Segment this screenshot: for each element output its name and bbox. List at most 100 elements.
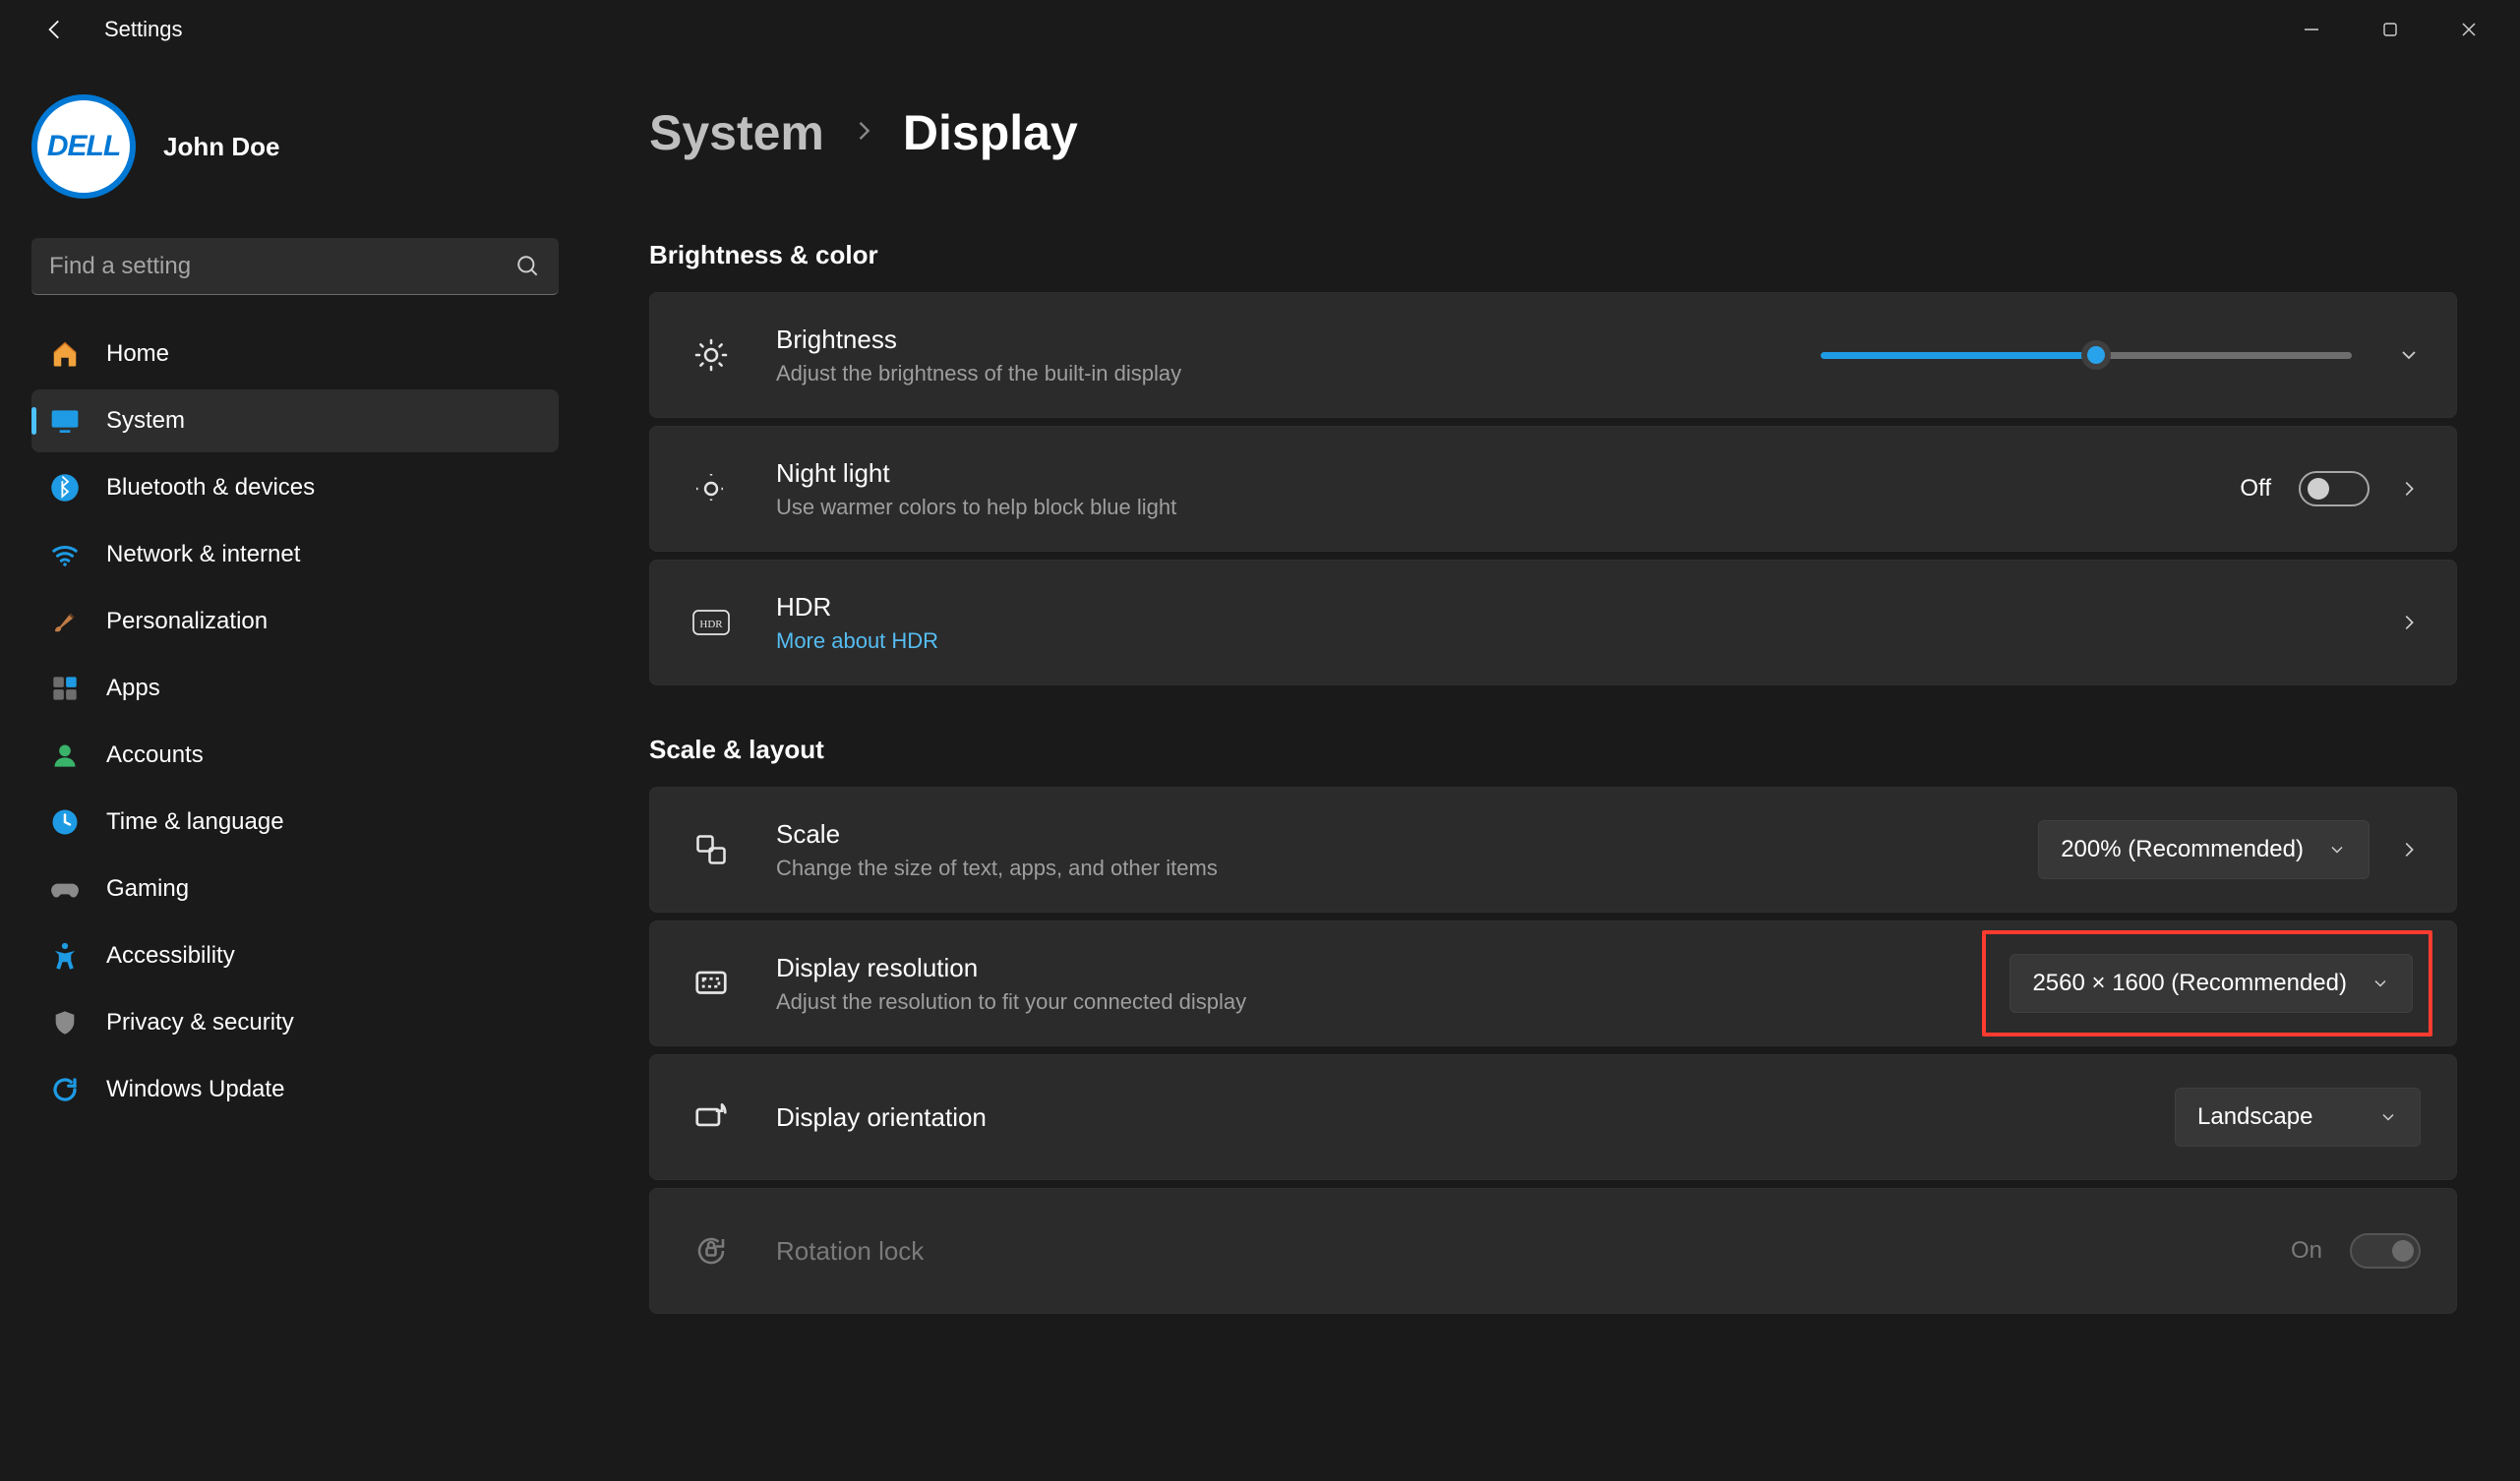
sidebar-item-apps[interactable]: Apps xyxy=(31,657,559,720)
bluetooth-icon xyxy=(49,472,81,504)
avatar-text: DELL xyxy=(47,130,120,163)
profile-block[interactable]: DELL John Doe xyxy=(31,71,559,238)
sidebar-item-label: System xyxy=(106,407,185,435)
sidebar-item-network[interactable]: Network & internet xyxy=(31,523,559,586)
nav-list: Home System Bluetooth & devices xyxy=(31,323,559,1121)
sidebar-item-label: Time & language xyxy=(106,808,284,836)
main-content: System Display Brightness & color Bright… xyxy=(590,59,2520,1481)
user-name: John Doe xyxy=(163,132,279,162)
back-button[interactable] xyxy=(35,10,75,49)
scale-dropdown[interactable]: 200% (Recommended) xyxy=(2038,820,2370,879)
chevron-right-icon xyxy=(850,112,877,153)
sidebar-item-home[interactable]: Home xyxy=(31,323,559,385)
brightness-slider-wrap xyxy=(1821,352,2352,359)
sidebar-item-bluetooth[interactable]: Bluetooth & devices xyxy=(31,456,559,519)
resolution-icon xyxy=(686,965,737,1002)
sidebar-item-label: Privacy & security xyxy=(106,1009,294,1037)
resolution-dropdown[interactable]: 2560 × 1600 (Recommended) xyxy=(2010,954,2413,1013)
rotation-lock-state: On xyxy=(2291,1237,2322,1265)
row-night-light[interactable]: Night light Use warmer colors to help bl… xyxy=(649,426,2457,552)
shield-icon xyxy=(49,1007,81,1038)
brightness-slider[interactable] xyxy=(1821,352,2352,359)
sidebar-item-label: Apps xyxy=(106,675,160,702)
row-resolution[interactable]: Display resolution Adjust the resolution… xyxy=(649,920,2457,1046)
dropdown-value: Landscape xyxy=(2197,1103,2312,1131)
rotation-lock-icon xyxy=(686,1233,737,1269)
hdr-more-link[interactable]: More about HDR xyxy=(776,628,2397,654)
orientation-icon xyxy=(686,1098,737,1136)
person-icon xyxy=(49,740,81,771)
row-brightness[interactable]: Brightness Adjust the brightness of the … xyxy=(649,292,2457,418)
chevron-down-icon[interactable] xyxy=(2397,343,2421,367)
sidebar-item-system[interactable]: System xyxy=(31,389,559,452)
row-hdr[interactable]: HDR HDR More about HDR xyxy=(649,560,2457,685)
minimize-button[interactable] xyxy=(2272,6,2351,53)
avatar: DELL xyxy=(31,94,136,199)
app-title: Settings xyxy=(104,17,183,42)
breadcrumb: System Display xyxy=(649,104,2457,161)
sidebar-item-accessibility[interactable]: Accessibility xyxy=(31,924,559,987)
sidebar-item-label: Personalization xyxy=(106,608,268,635)
scale-icon xyxy=(686,832,737,867)
row-subtitle: Use warmer colors to help block blue lig… xyxy=(776,495,2240,520)
sidebar-item-label: Bluetooth & devices xyxy=(106,474,315,502)
sidebar-item-time-language[interactable]: Time & language xyxy=(31,791,559,854)
accessibility-icon xyxy=(49,940,81,972)
gamepad-icon xyxy=(49,873,81,905)
row-orientation[interactable]: Display orientation Landscape xyxy=(649,1054,2457,1180)
chevron-right-icon[interactable] xyxy=(2397,612,2421,633)
sidebar-item-label: Windows Update xyxy=(106,1076,284,1103)
row-subtitle: Adjust the resolution to fit your connec… xyxy=(776,989,1990,1015)
apps-icon xyxy=(49,673,81,704)
sidebar-item-label: Accessibility xyxy=(106,942,235,970)
sidebar: DELL John Doe Home xyxy=(0,59,590,1481)
chevron-right-icon[interactable] xyxy=(2397,839,2421,860)
svg-text:HDR: HDR xyxy=(699,619,723,630)
sidebar-item-label: Network & internet xyxy=(106,541,300,568)
dropdown-value: 200% (Recommended) xyxy=(2061,836,2304,863)
section-title-brightness: Brightness & color xyxy=(649,240,2457,270)
update-icon xyxy=(49,1074,81,1105)
sidebar-item-personalization[interactable]: Personalization xyxy=(31,590,559,653)
display-icon xyxy=(49,405,81,437)
sidebar-item-accounts[interactable]: Accounts xyxy=(31,724,559,787)
maximize-button[interactable] xyxy=(2351,6,2430,53)
night-light-state: Off xyxy=(2240,475,2271,503)
row-subtitle: Adjust the brightness of the built-in di… xyxy=(776,361,1821,386)
chevron-right-icon[interactable] xyxy=(2397,478,2421,500)
rotation-lock-toggle xyxy=(2350,1233,2421,1269)
orientation-dropdown[interactable]: Landscape xyxy=(2175,1088,2421,1147)
row-scale[interactable]: Scale Change the size of text, apps, and… xyxy=(649,787,2457,913)
row-subtitle: Change the size of text, apps, and other… xyxy=(776,856,2038,881)
sidebar-item-label: Home xyxy=(106,340,169,368)
clock-globe-icon xyxy=(49,806,81,838)
night-light-icon xyxy=(686,471,737,506)
night-light-toggle[interactable] xyxy=(2299,471,2370,506)
search-input[interactable] xyxy=(49,253,515,280)
sidebar-item-gaming[interactable]: Gaming xyxy=(31,858,559,920)
minimize-icon xyxy=(2303,21,2320,38)
row-rotation-lock: Rotation lock On xyxy=(649,1188,2457,1314)
chevron-down-icon xyxy=(2378,1107,2398,1127)
row-title: Display resolution xyxy=(776,953,1990,983)
paintbrush-icon xyxy=(49,606,81,637)
close-icon xyxy=(2460,21,2478,38)
sidebar-item-label: Gaming xyxy=(106,875,189,903)
chevron-down-icon xyxy=(2370,974,2390,993)
window-controls xyxy=(2272,6,2508,53)
sidebar-item-label: Accounts xyxy=(106,741,204,769)
dropdown-value: 2560 × 1600 (Recommended) xyxy=(2032,970,2347,997)
hdr-icon: HDR xyxy=(686,609,737,636)
maximize-icon xyxy=(2381,21,2399,38)
row-title: Night light xyxy=(776,458,2240,489)
sidebar-item-privacy[interactable]: Privacy & security xyxy=(31,991,559,1054)
wifi-icon xyxy=(49,539,81,570)
breadcrumb-parent[interactable]: System xyxy=(649,104,824,161)
row-title: Brightness xyxy=(776,325,1821,355)
breadcrumb-current: Display xyxy=(903,104,1078,161)
sidebar-item-windows-update[interactable]: Windows Update xyxy=(31,1058,559,1121)
search-box[interactable] xyxy=(31,238,559,295)
brightness-icon xyxy=(686,337,737,373)
close-button[interactable] xyxy=(2430,6,2508,53)
titlebar: Settings xyxy=(0,0,2520,59)
